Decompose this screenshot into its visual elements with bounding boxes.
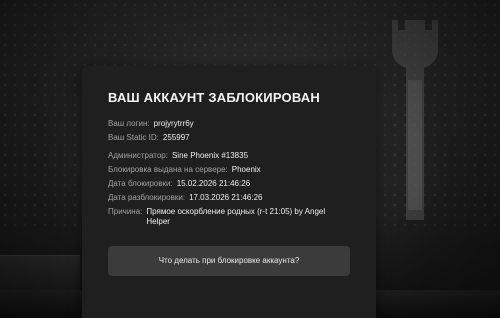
login-label: Ваш логин: — [108, 119, 150, 128]
reason-value: Прямое оскорбление родных (r-t 21:05) by… — [146, 207, 326, 226]
server-label: Блокировка выдана на сервере: — [108, 165, 228, 174]
login-row: Ваш логин: projyrytrr6y — [108, 119, 350, 129]
login-value: projyrytrr6y — [153, 119, 194, 128]
static-id-row: Ваш Static ID: 255997 — [108, 133, 350, 143]
ban-details: Администратор: Sine Phoenix #13835 Блоки… — [108, 151, 350, 227]
unban-date-label: Дата разблокировки: — [108, 193, 186, 202]
reason-row: Причина: Прямое оскорбление родных (r-t … — [108, 207, 350, 227]
account-info: Ваш логин: projyrytrr6y Ваш Static ID: 2… — [108, 119, 350, 143]
ban-title: ВАШ АККАУНТ ЗАБЛОКИРОВАН — [108, 90, 320, 105]
ban-help-button[interactable]: Что делать при блокировке аккаунта? — [108, 246, 350, 276]
server-value: Phoenix — [231, 165, 261, 174]
unban-date-value: 17.03.2026 21:46:26 — [189, 193, 263, 202]
ban-date-value: 15.02.2026 21:46:26 — [176, 179, 251, 188]
ban-date-row: Дата блокировки: 15.02.2026 21:46:26 — [108, 179, 350, 189]
static-id-value: 255997 — [162, 133, 190, 142]
admin-row: Администратор: Sine Phoenix #13835 — [108, 151, 350, 161]
ban-date-label: Дата блокировки: — [108, 179, 173, 188]
static-id-label: Ваш Static ID: — [108, 133, 159, 142]
server-row: Блокировка выдана на сервере: Phoenix — [108, 165, 350, 175]
unban-date-row: Дата разблокировки: 17.03.2026 21:46:26 — [108, 193, 350, 203]
reason-label: Причина: — [108, 207, 143, 216]
admin-value: Sine Phoenix #13835 — [171, 151, 249, 160]
admin-label: Администратор: — [108, 151, 168, 160]
ban-notice-card: ВАШ АККАУНТ ЗАБЛОКИРОВАН Ваш логин: proj… — [82, 66, 376, 318]
